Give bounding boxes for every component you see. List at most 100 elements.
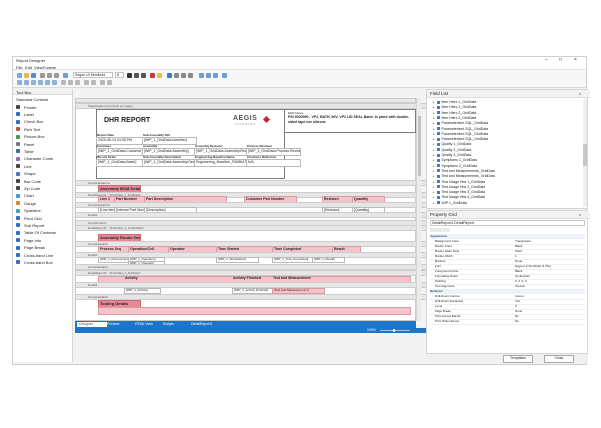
tooling-header-row[interactable]: [98, 307, 411, 315]
field-list-scroll-thumb[interactable]: [583, 144, 587, 166]
tab-designer[interactable]: Designer: [77, 322, 107, 327]
property-value[interactable]: Transparent: [515, 239, 531, 244]
close-window-button[interactable]: ×: [574, 57, 577, 63]
property-value[interactable]: Yes: [515, 299, 520, 304]
bold-icon[interactable]: [127, 73, 132, 78]
bring-front-icon[interactable]: [100, 80, 105, 85]
field-list-item[interactable]: ▸ Symptoms 1_GridData: [433, 158, 477, 162]
toolbox-item[interactable]: Panel: [16, 141, 71, 147]
toolbox-item[interactable]: Bar Code: [16, 178, 71, 184]
copy-icon[interactable]: [47, 73, 52, 78]
property-category[interactable]: Appearance: [430, 234, 585, 239]
router-value-cell[interactable]: [WIP_1_Result]: [312, 257, 345, 263]
tab-scripts[interactable]: Scripts: [161, 322, 191, 327]
paste-icon[interactable]: [54, 73, 59, 78]
property-value[interactable]: No: [515, 319, 519, 324]
toolbox-item[interactable]: Table: [16, 148, 71, 154]
field-list-item[interactable]: ▸ Quality 3_GridData: [433, 153, 471, 157]
align-right-icon[interactable]: [181, 73, 186, 78]
header-value-engineering-baseline[interactable]: Engineering_Baseline_FA08647_AB: [194, 159, 249, 167]
expand-arrow-icon[interactable]: ▸: [433, 111, 435, 115]
align-centers-icon[interactable]: [24, 80, 29, 85]
property-value[interactable]: TopLeft: [515, 284, 525, 289]
toolbox-item[interactable]: Page Break: [16, 245, 71, 251]
property-object-selector[interactable]: DetailReport1 DetailReport: [430, 220, 585, 226]
header-value-wo-order[interactable]: [WIP_1_GridData.Batch]: [96, 159, 145, 167]
field-list-item[interactable]: ▸ Item Hierc 1_GridData: [433, 105, 476, 109]
field-list-item[interactable]: ▸ Item Hierc 1_GridData: [433, 100, 476, 104]
snap-icon[interactable]: [213, 73, 218, 78]
field-list-item[interactable]: ▸ WIP 1_GridData: [433, 201, 467, 205]
toolbox-item[interactable]: Character Comb: [16, 156, 71, 162]
toolbox-item[interactable]: Sub Report: [16, 222, 71, 228]
field-list-item[interactable]: ▸ Test and Measurements_GridData: [433, 169, 495, 173]
save-icon[interactable]: [31, 73, 36, 78]
field-list-item[interactable]: ▸ Symptoms 2_GridData: [433, 164, 477, 168]
property-value[interactable]: (none): [515, 294, 524, 299]
design-surface[interactable]: PageHeader [one band per page] DHR REPOR…: [75, 98, 427, 321]
expand-arrow-icon[interactable]: ▸: [433, 116, 435, 120]
toolbox-item[interactable]: Page Info: [16, 237, 71, 243]
property-value[interactable]: Solid: [515, 249, 522, 254]
property-value[interactable]: None: [515, 259, 522, 264]
detail-report-band-2[interactable]: DetailReport2 : "Grid Data_1_OutOnData": [76, 225, 427, 231]
property-value[interactable]: 0: [515, 304, 517, 309]
toolbox-item[interactable]: Pivot Grid: [16, 215, 71, 221]
font-name-select[interactable]: Segoe UI Semibold: [73, 72, 113, 78]
expand-arrow-icon[interactable]: ▸: [433, 169, 435, 173]
property-category[interactable]: Behavior: [430, 289, 585, 294]
field-list-close-icon[interactable]: ×: [579, 91, 583, 96]
expand-arrow-icon[interactable]: ▸: [433, 142, 435, 146]
zoom-slider-thumb[interactable]: [393, 329, 395, 332]
same-height-icon[interactable]: [68, 80, 73, 85]
expand-arrow-icon[interactable]: ▸: [433, 105, 435, 109]
field-list-item[interactable]: ▸ Test Usage Hbs 1_GridData: [433, 180, 485, 184]
toolbox-item[interactable]: Chart: [16, 193, 71, 199]
toolbox-item[interactable]: Cross-band Line: [16, 252, 71, 258]
templates-button[interactable]: Templates: [503, 355, 533, 363]
toolbox-item[interactable]: Cross-band Box: [16, 259, 71, 265]
expand-arrow-icon[interactable]: ▸: [433, 137, 435, 141]
spacing-icon[interactable]: [84, 80, 89, 85]
expand-arrow-icon[interactable]: ▸: [433, 100, 435, 104]
header-value-sub-assembly-desc[interactable]: [WIP_1_GridData.Assembly.Descri]: [142, 159, 197, 167]
property-grid-close-icon[interactable]: ×: [579, 212, 583, 217]
send-back-icon[interactable]: [107, 80, 112, 85]
property-value[interactable]: (Collection): [515, 274, 530, 279]
design-vertical-scrollbar[interactable]: [416, 98, 421, 321]
expand-arrow-icon[interactable]: ▸: [433, 201, 435, 205]
toolbox-item[interactable]: Line: [16, 163, 71, 169]
field-list-item[interactable]: ▸ Item Hierc 3_GridData: [433, 116, 476, 120]
toolbox-item[interactable]: Shape: [16, 171, 71, 177]
router-value-cell[interactable]: [WIP_1_Workstation]: [216, 257, 259, 263]
expand-arrow-icon[interactable]: ▸: [433, 148, 435, 152]
field-list-item[interactable]: ▸ Item Hierc 2_GridData: [433, 111, 476, 115]
align-center-icon[interactable]: [174, 73, 179, 78]
toolbox-item[interactable]: Sparkline: [16, 208, 71, 214]
detail-band-1[interactable]: Detail1: [76, 212, 427, 218]
toolbox-item[interactable]: Check Box: [16, 119, 71, 125]
field-list-item[interactable]: ▸ Parameterized SQL_GridData: [433, 132, 488, 136]
italic-icon[interactable]: [134, 73, 139, 78]
field-list-item[interactable]: ▸ Parameterized SQL_GridData: [433, 137, 488, 141]
header-value-customer-reference[interactable]: N/A: [246, 159, 301, 167]
grid-icon[interactable]: [206, 73, 211, 78]
field-list-scrollbar[interactable]: [583, 99, 587, 207]
undo-icon[interactable]: [63, 73, 68, 78]
expand-arrow-icon[interactable]: ▸: [433, 153, 435, 157]
expand-arrow-icon[interactable]: ▸: [433, 164, 435, 168]
order-icon[interactable]: [222, 73, 227, 78]
underline-icon[interactable]: [141, 73, 146, 78]
font-size-select[interactable]: 8: [115, 72, 124, 78]
toolbox-item[interactable]: Pointer: [16, 104, 71, 110]
align-lefts-icon[interactable]: [17, 80, 22, 85]
vspacing-icon[interactable]: [91, 80, 96, 85]
open-icon[interactable]: [24, 73, 29, 78]
property-row[interactable]: Print When Empty No: [430, 319, 585, 325]
same-size-icon[interactable]: [75, 80, 80, 85]
field-list-item[interactable]: ▸ Quality 1_GridData: [433, 142, 471, 146]
property-value[interactable]: Black: [515, 244, 522, 249]
justify-icon[interactable]: [188, 73, 193, 78]
property-value[interactable]: No: [515, 314, 519, 319]
field-list-item[interactable]: ▸ Test Usage Hbs 2_GridData: [433, 185, 485, 189]
